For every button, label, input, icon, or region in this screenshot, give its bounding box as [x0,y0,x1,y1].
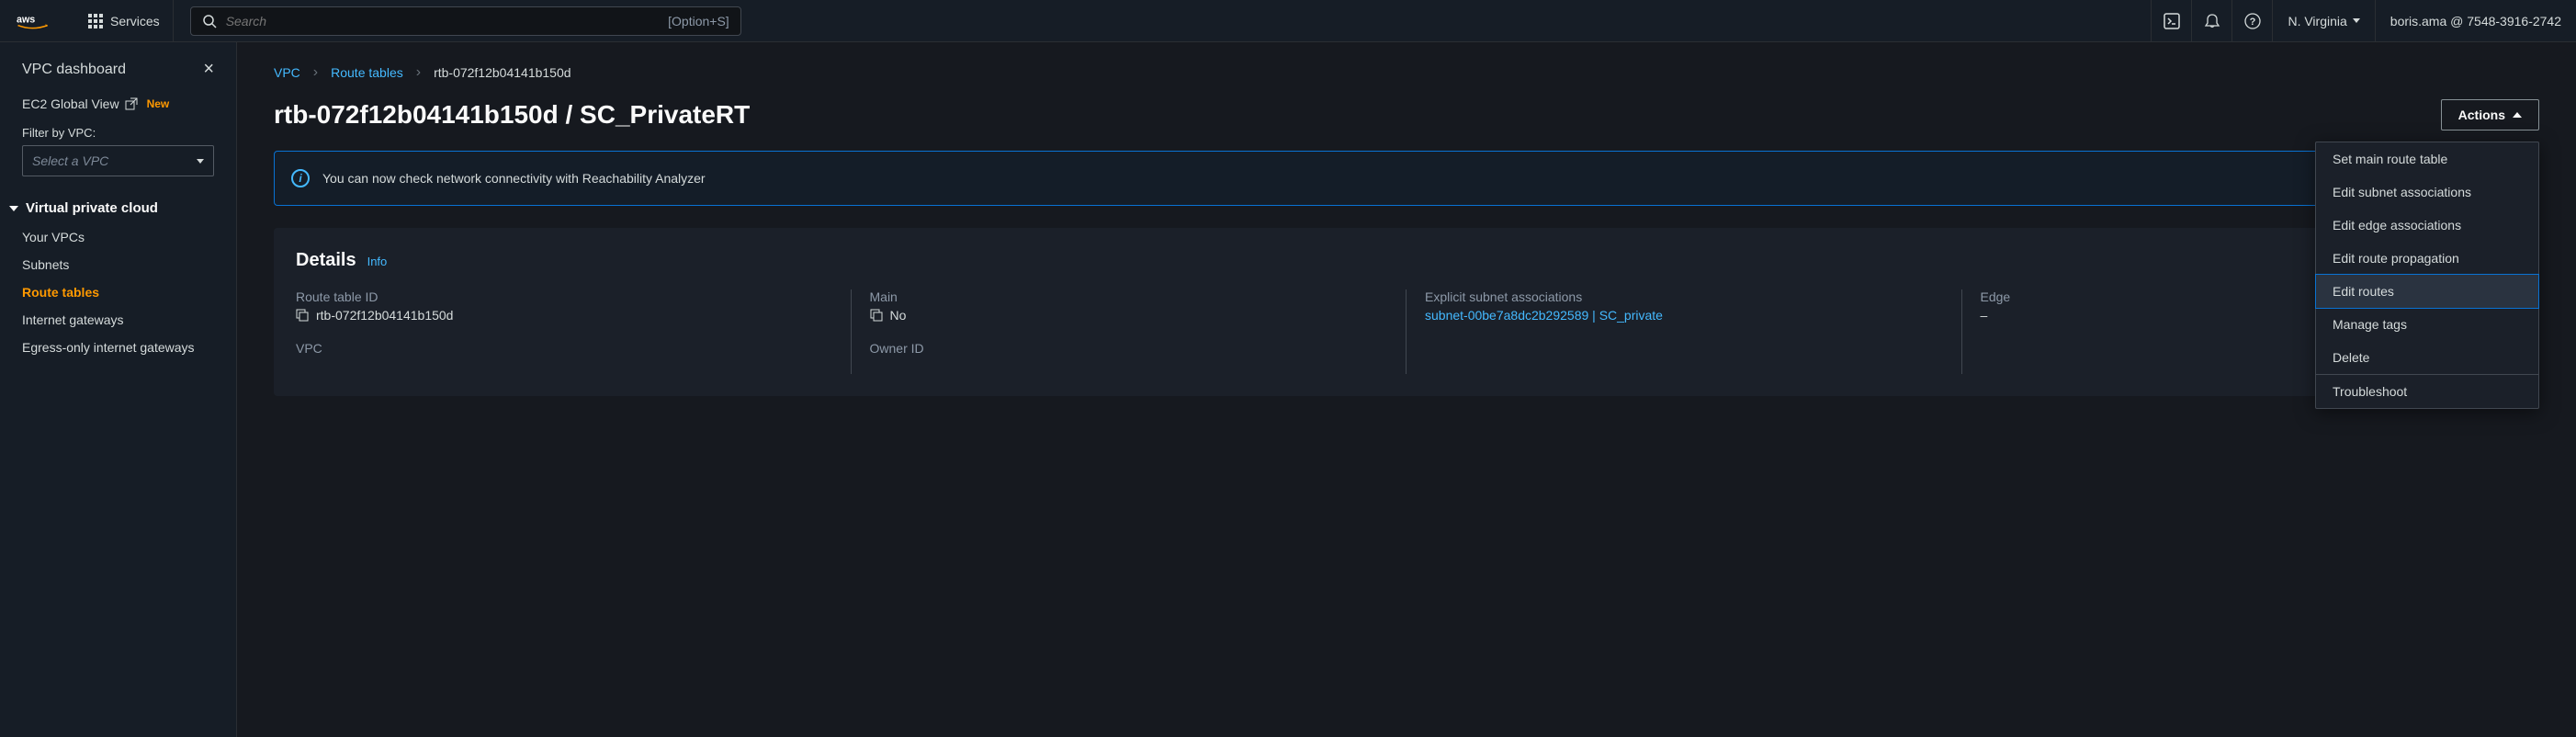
action-edit-edge-associations[interactable]: Edit edge associations [2316,209,2538,242]
notifications-button[interactable] [2191,0,2231,41]
help-icon: ? [2244,13,2261,29]
chevron-right-icon: › [416,64,421,81]
action-troubleshoot[interactable]: Troubleshoot [2316,375,2538,408]
global-search[interactable]: [Option+S] [190,6,741,36]
field-label-route-table-id: Route table ID [296,289,832,304]
banner-message: You can now check network connectivity w… [322,171,2317,186]
sidebar-item-egress-gateways[interactable]: Egress-only internet gateways [0,334,236,361]
sidebar-item-your-vpcs[interactable]: Your VPCs [0,223,236,251]
new-badge: New [147,97,170,110]
action-edit-route-propagation[interactable]: Edit route propagation [2316,242,2538,275]
caret-down-icon [197,159,204,164]
field-label-owner-id: Owner ID [870,341,1388,356]
grid-icon [88,14,103,28]
info-icon: i [291,169,310,187]
vpc-filter-select[interactable]: Select a VPC [22,145,214,176]
chevron-right-icon: › [313,64,318,81]
reachability-banner: i You can now check network connectivity… [274,151,2539,206]
breadcrumb-current: rtb-072f12b04141b150d [434,65,571,80]
sidebar-section-vpc[interactable]: Virtual private cloud [0,193,236,223]
services-label: Services [110,14,160,28]
search-shortcut: [Option+S] [668,14,729,28]
breadcrumb: VPC › Route tables › rtb-072f12b04141b15… [274,64,2539,81]
main-value: No [890,308,907,323]
details-heading: Details [296,250,356,271]
services-menu-button[interactable]: Services [75,0,174,41]
copy-icon[interactable] [870,309,883,322]
actions-button[interactable]: Actions [2441,99,2539,130]
region-selector[interactable]: N. Virginia [2272,0,2374,41]
edge-value: – [1981,308,1988,323]
external-link-icon [125,97,138,110]
action-edit-subnet-associations[interactable]: Edit subnet associations [2316,176,2538,209]
aws-logo[interactable]: aws [0,12,75,30]
sidebar-title[interactable]: VPC dashboard [22,62,126,78]
page-title: rtb-072f12b04141b150d / SC_PrivateRT [274,100,750,130]
triangle-down-icon [9,206,18,211]
action-manage-tags[interactable]: Manage tags [2316,308,2538,341]
route-table-id-value: rtb-072f12b04141b150d [316,308,453,323]
copy-icon[interactable] [296,309,309,322]
explicit-subnet-value[interactable]: subnet-00be7a8dc2b292589 | SC_private [1425,308,1663,323]
details-info-link[interactable]: Info [367,255,388,268]
caret-up-icon [2513,112,2522,118]
breadcrumb-route-tables[interactable]: Route tables [331,65,403,80]
cloudshell-button[interactable] [2151,0,2191,41]
actions-dropdown: Set main route table Edit subnet associa… [2315,142,2539,409]
help-button[interactable]: ? [2231,0,2272,41]
cloudshell-icon [2164,13,2180,29]
field-label-explicit-subnet: Explicit subnet associations [1425,289,1943,304]
action-set-main-route-table[interactable]: Set main route table [2316,142,2538,176]
filter-label: Filter by VPC: [0,117,236,145]
account-label: boris.ama @ 7548-3916-2742 [2390,14,2561,28]
main-content: VPC › Route tables › rtb-072f12b04141b15… [237,42,2576,737]
top-nav: aws Services [Option+S] ? N. Virginia bo… [0,0,2576,42]
svg-text:aws: aws [17,14,35,25]
bell-icon [2204,13,2220,29]
caret-down-icon [2353,18,2360,23]
sidebar-item-internet-gateways[interactable]: Internet gateways [0,306,236,334]
sidebar-item-route-tables[interactable]: Route tables [0,278,236,306]
search-icon [202,14,217,28]
sidebar: VPC dashboard × EC2 Global View New Filt… [0,42,237,737]
close-icon[interactable]: × [203,59,214,80]
action-delete[interactable]: Delete [2316,341,2538,374]
breadcrumb-vpc[interactable]: VPC [274,65,300,80]
account-menu[interactable]: boris.ama @ 7548-3916-2742 [2375,0,2576,41]
ec2-global-view-link[interactable]: EC2 Global View New [0,91,236,117]
search-input[interactable] [226,14,659,28]
svg-text:?: ? [2250,17,2256,28]
details-panel: Details Info Route table ID rtb-072f12b0… [274,228,2539,396]
sidebar-item-subnets[interactable]: Subnets [0,251,236,278]
field-label-main: Main [870,289,1388,304]
region-label: N. Virginia [2288,14,2346,28]
action-edit-routes[interactable]: Edit routes [2315,274,2539,309]
field-label-vpc: VPC [296,341,832,356]
